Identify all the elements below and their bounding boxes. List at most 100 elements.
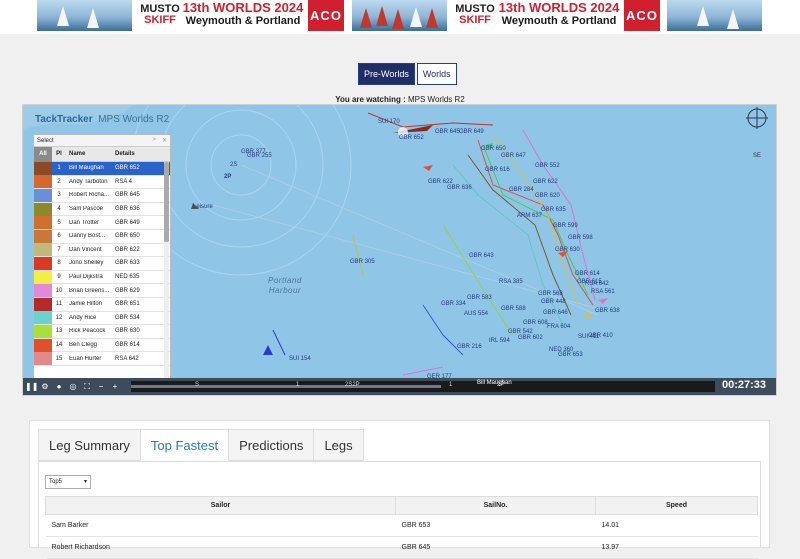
person-icon[interactable]: ● [53, 381, 65, 393]
svg-text:GBR 552: GBR 552 [535, 163, 560, 169]
place-cell: 6 [57, 233, 61, 240]
race-name: MPS Worlds R2 [408, 95, 465, 104]
ranking-row[interactable]: 3 Robert Richa... GBR 645 [34, 188, 170, 203]
pre-worlds-button[interactable]: Pre-Worlds [358, 63, 415, 85]
sailor-name-cell: Bill Maughan [69, 165, 104, 172]
col-sailor[interactable]: Sailor [45, 496, 396, 515]
place-cell: 1 [57, 165, 61, 172]
sailor-name-cell: Dan Trotter [69, 219, 100, 226]
sail-number-cell: GBR 636 [115, 206, 140, 213]
ranking-row[interactable]: 11 Jamie Hilton GBR 651 [34, 297, 170, 312]
svg-text:GBR 630: GBR 630 [555, 247, 580, 253]
banner-title-right: 13th WORLDS 2024 Weymouth & Portland [498, 0, 620, 31]
harbour-label: Portland Harbour [268, 276, 302, 295]
sponsor-banner[interactable]: MUSTO SKIFF 13th WORLDS 2024 Weymouth & Po… [0, 0, 800, 34]
pause-icon[interactable]: ❚❚ [25, 381, 38, 393]
ranking-row[interactable]: 12 Andy Rice GBR 534 [34, 311, 170, 326]
svg-text:GBR 305: GBR 305 [350, 259, 375, 265]
stats-tabs: Leg Summary Top Fastest Predictions Legs [38, 429, 364, 461]
ranking-row[interactable]: 10 Brian Greens... GBR 629 [34, 284, 170, 298]
ranking-row[interactable]: 13 Rick Peacock GBR 630 [34, 324, 170, 339]
tab-content: Top5 Sailor SailNo. Speed Sam Barker GBR… [38, 461, 761, 559]
zoom-in-icon[interactable]: + [109, 381, 121, 393]
ranking-row[interactable]: 9 Paul Dijkstra NED 635 [34, 270, 170, 285]
musto-skiff-logo: MUSTO SKIFF [140, 0, 180, 31]
tab-legs[interactable]: Legs [313, 429, 364, 461]
ranking-header: Select > ✕ [34, 135, 170, 147]
ranking-row[interactable]: 7 Dan Vincent GBR 622 [34, 243, 170, 258]
target-icon[interactable]: ◎ [67, 381, 79, 393]
playback-bar: ❚❚ ⚙ ● ◎ ⛶ − + S 1 2S2P 1 2P Bill Maugha… [23, 378, 776, 395]
timeline-mark: 1 [449, 382, 453, 388]
wind-direction-label: SE [752, 153, 761, 159]
svg-text:IRL 594: IRL 594 [489, 338, 510, 344]
col-place[interactable]: Pl [52, 151, 66, 157]
tab-leg-summary[interactable]: Leg Summary [38, 429, 141, 461]
sailor-name-cell: Jamie Hilton [69, 301, 103, 308]
select-label: Select [37, 137, 54, 144]
ranking-row[interactable]: 2 Andy Tarboton RSA 4 [34, 175, 170, 190]
svg-text:GBR 646: GBR 646 [543, 310, 568, 316]
col-name[interactable]: Name [66, 151, 112, 157]
svg-text:GBR 284: GBR 284 [509, 187, 534, 193]
svg-text:RSA 642: RSA 642 [585, 281, 609, 287]
settings-icon[interactable]: ⚙ [39, 381, 51, 393]
tab-top-fastest[interactable]: Top Fastest [139, 429, 230, 461]
timeline-mark: S [195, 382, 200, 388]
svg-text:GBR 588: GBR 588 [501, 306, 526, 312]
ranking-row[interactable]: 6 Danny Bost... GBR 650 [34, 229, 170, 244]
place-cell: 10 [55, 287, 63, 294]
svg-text:2P: 2P [224, 174, 231, 180]
boat-color-swatch [34, 229, 52, 243]
place-cell: 4 [57, 206, 61, 213]
svg-text:GBR 583: GBR 583 [467, 295, 492, 301]
svg-text:GBR 448: GBR 448 [541, 299, 566, 305]
ranking-scrollbar[interactable] [164, 162, 169, 378]
ranking-row[interactable]: 14 Ben Clegg GBR 614 [34, 338, 170, 353]
aco-logo: ACO [308, 0, 344, 31]
svg-text:GBR 647: GBR 647 [501, 153, 526, 159]
svg-text:2S: 2S [230, 162, 237, 168]
sail-number-cell: GBR 652 [115, 165, 140, 172]
ranking-row[interactable]: 4 Sam Pascoe GBR 636 [34, 202, 170, 217]
place-cell: 12 [55, 314, 63, 321]
svg-text:RSA 385: RSA 385 [499, 279, 523, 285]
timeline-mark: 1 [296, 382, 300, 388]
col-speed[interactable]: Speed [595, 496, 758, 515]
ranking-row[interactable]: 1 Bill Maughan GBR 652 [34, 161, 170, 176]
tab-predictions[interactable]: Predictions [228, 429, 315, 461]
boat-color-swatch [34, 256, 52, 270]
timeline-slider[interactable]: S 1 2S2P 1 2P Bill Maughan [131, 380, 715, 392]
sailno-cell: GBR 653 [395, 514, 596, 537]
svg-text:SUI 170: SUI 170 [378, 119, 400, 125]
race-map[interactable]: SUI 170 GBR 652 GBR 645 GBR 649 GBR 650 GBR… [22, 104, 777, 396]
worlds-button[interactable]: Worlds [416, 63, 457, 85]
place-cell: 15 [55, 355, 63, 362]
sailor-name-cell: Andy Tarboton [69, 178, 108, 185]
col-sailno[interactable]: SailNo. [395, 496, 596, 515]
place-cell: 5 [57, 219, 61, 226]
close-icon[interactable]: ✕ [162, 137, 167, 144]
boat-color-swatch [34, 188, 52, 202]
place-cell: 3 [57, 192, 61, 199]
table-row[interactable]: Sam Barker GBR 653 14.01 [45, 514, 758, 537]
stats-panel: Leg Summary Top Fastest Predictions Legs… [29, 420, 770, 559]
sailor-name-cell: Andy Rice [69, 314, 97, 321]
watching-label: You are watching : MPS Worlds R2 [335, 95, 465, 104]
sailor-name-cell: Sam Pascoe [69, 206, 104, 213]
svg-text:GBR 216: GBR 216 [457, 344, 482, 350]
compass-icon[interactable] [746, 107, 768, 129]
collapse-arrow-icon[interactable]: > [152, 137, 156, 144]
svg-text:GBR 645: GBR 645 [435, 129, 460, 135]
ranking-row[interactable]: 8 Jono Shelley GBR 633 [34, 256, 170, 271]
ranking-row[interactable]: 15 Euan Hurter RSA 642 [34, 352, 170, 366]
col-details[interactable]: Details [112, 151, 154, 157]
fullscreen-icon[interactable]: ⛶ [81, 381, 93, 393]
boat-color-swatch [34, 352, 52, 366]
all-toggle[interactable]: All [34, 146, 52, 162]
ranking-row[interactable]: 5 Dan Trotter GBR 649 [34, 216, 170, 230]
boat-color-swatch [34, 175, 52, 189]
top-count-select[interactable]: Top5 [45, 475, 91, 489]
place-cell: 2 [57, 178, 61, 185]
zoom-out-icon[interactable]: − [95, 381, 107, 393]
